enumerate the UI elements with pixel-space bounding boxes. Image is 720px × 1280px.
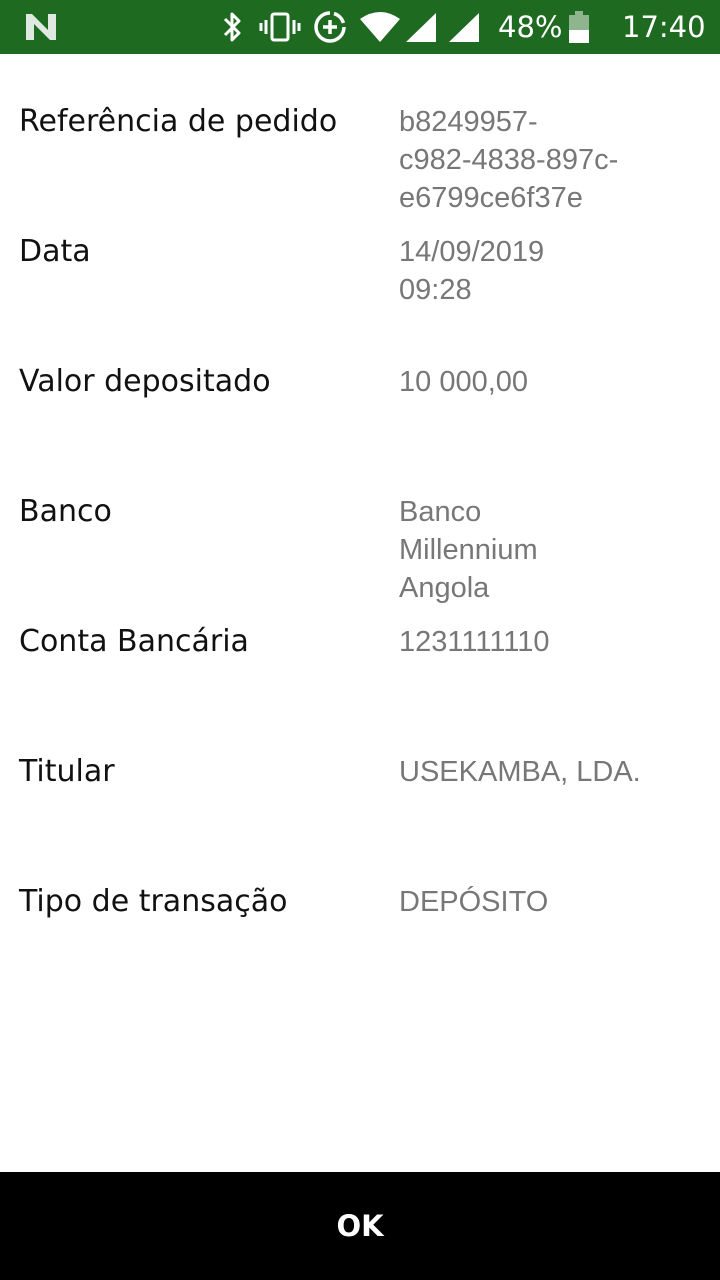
- detail-label: Data: [19, 234, 91, 269]
- status-bar: 48% 17:40: [0, 0, 720, 54]
- signal-icon-2: [447, 0, 481, 54]
- app-n-icon: [24, 0, 58, 54]
- detail-value: 14/09/2019 09:28: [399, 236, 545, 306]
- detail-label: Valor depositado: [19, 364, 271, 399]
- data-saver-icon: [312, 0, 348, 54]
- wifi-icon: [360, 0, 400, 54]
- detail-label: Conta Bancária: [19, 624, 249, 659]
- detail-value: 10 000,00: [399, 366, 529, 398]
- detail-value: b8249957- c982-4838-897c- e6799ce6f37e: [399, 106, 619, 214]
- detail-label: Titular: [19, 754, 115, 789]
- status-time: 17:40: [622, 10, 706, 44]
- battery-percent: 48%: [498, 10, 563, 44]
- vibrate-icon: [259, 0, 301, 54]
- signal-icon: [404, 0, 438, 54]
- detail-label: Tipo de transação: [19, 884, 288, 919]
- detail-value: DEPÓSITO: [399, 886, 549, 918]
- detail-value: 1231111110: [399, 626, 550, 658]
- detail-label: Banco: [19, 494, 112, 529]
- detail-label: Referência de pedido: [19, 104, 338, 139]
- detail-value: Banco Millennium Angola: [399, 496, 538, 604]
- bluetooth-icon: [221, 0, 245, 54]
- ok-button[interactable]: OK: [0, 1172, 720, 1280]
- detail-value: USEKAMBA, LDA.: [399, 756, 641, 788]
- battery-icon: [567, 0, 591, 54]
